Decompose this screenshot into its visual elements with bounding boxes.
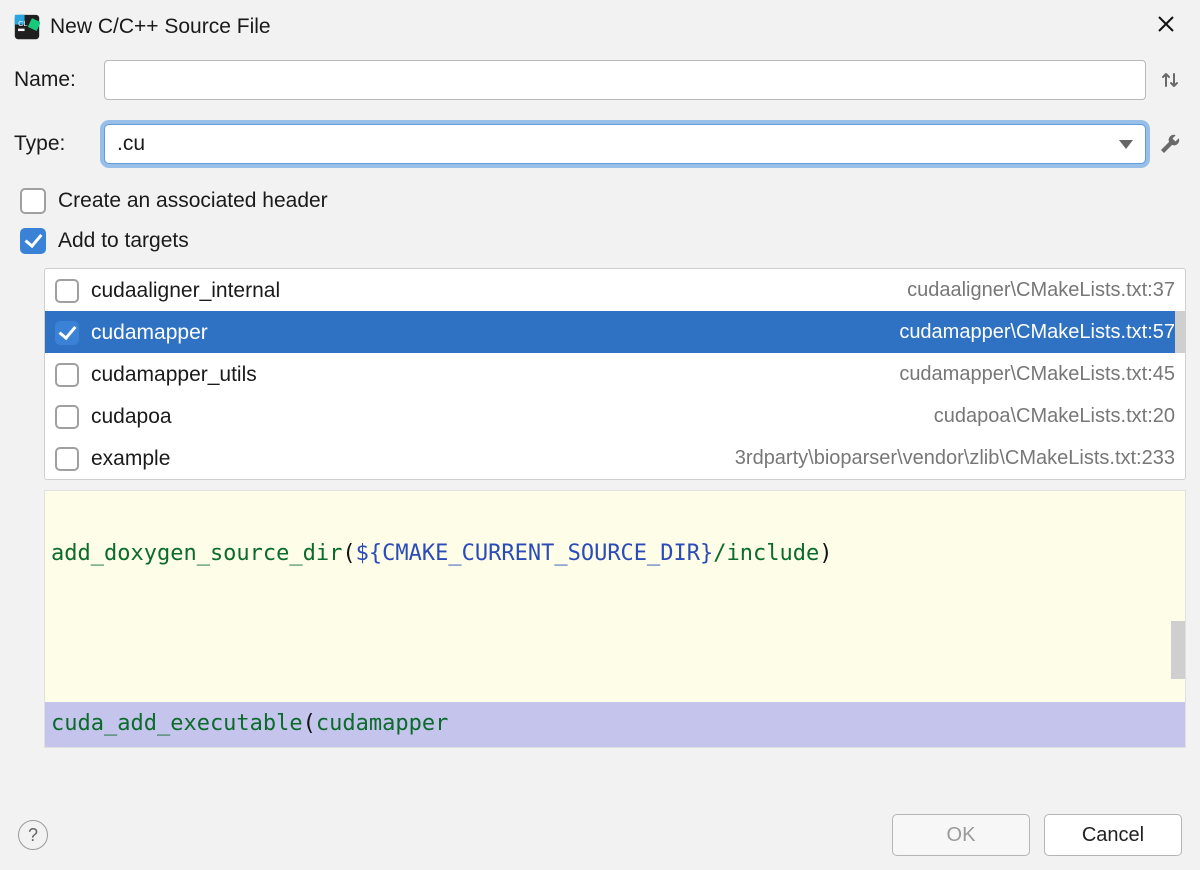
cmake-preview[interactable]: add_doxygen_source_dir(${CMAKE_CURRENT_S…: [44, 490, 1186, 748]
target-name: cudapoa: [91, 405, 934, 429]
target-name: cudamapper_utils: [91, 363, 899, 387]
type-combobox[interactable]: .cu: [104, 124, 1146, 164]
help-icon[interactable]: ?: [18, 820, 48, 850]
titlebar: CL New C/C++ Source File: [0, 0, 1200, 60]
add-to-targets-row[interactable]: Add to targets: [20, 228, 1186, 254]
ok-button[interactable]: OK: [892, 814, 1030, 856]
target-row[interactable]: cudaaligner_internalcudaaligner\CMakeLis…: [45, 269, 1185, 311]
target-path: cudaaligner\CMakeLists.txt:37: [907, 279, 1175, 302]
app-icon: CL: [14, 14, 40, 40]
code-fn: add_doxygen_source_dir: [51, 541, 342, 566]
name-input[interactable]: [104, 60, 1146, 100]
type-label: Type:: [14, 132, 104, 156]
name-label: Name:: [14, 68, 104, 92]
wrench-icon[interactable]: [1154, 132, 1186, 156]
svg-text:CL: CL: [18, 19, 27, 28]
target-checkbox[interactable]: [55, 363, 79, 387]
target-row[interactable]: example3rdparty\bioparser\vendor\zlib\CM…: [45, 437, 1185, 479]
target-name: example: [91, 447, 735, 471]
create-header-checkbox[interactable]: [20, 188, 46, 214]
type-row: Type: .cu: [14, 124, 1186, 164]
target-path: 3rdparty\bioparser\vendor\zlib\CMakeList…: [735, 447, 1175, 470]
chevron-down-icon: [1119, 140, 1133, 149]
target-checkbox[interactable]: [55, 405, 79, 429]
target-path: cudapoa\CMakeLists.txt:20: [934, 405, 1175, 428]
type-value: .cu: [117, 132, 1119, 156]
add-to-targets-label: Add to targets: [58, 229, 189, 253]
add-to-targets-checkbox[interactable]: [20, 228, 46, 254]
target-name: cudamapper: [91, 321, 899, 345]
create-header-label: Create an associated header: [58, 189, 328, 213]
dialog-title: New C/C++ Source File: [50, 15, 1150, 39]
target-row[interactable]: cudamappercudamapper\CMakeLists.txt:57: [45, 311, 1185, 353]
target-checkbox[interactable]: [55, 321, 79, 345]
target-checkbox[interactable]: [55, 279, 79, 303]
cancel-button[interactable]: Cancel: [1044, 814, 1182, 856]
form-area: Name: Type: .cu Create an associated hea…: [0, 60, 1200, 254]
target-path: cudamapper\CMakeLists.txt:45: [899, 363, 1175, 386]
target-path: cudamapper\CMakeLists.txt:57: [899, 321, 1175, 344]
targets-list: cudaaligner_internalcudaaligner\CMakeLis…: [44, 268, 1186, 480]
name-row: Name:: [14, 60, 1186, 100]
close-icon[interactable]: [1150, 10, 1182, 44]
create-header-row[interactable]: Create an associated header: [20, 188, 1186, 214]
dialog-footer: ? OK Cancel: [0, 800, 1200, 870]
sort-arrows-icon[interactable]: [1154, 69, 1186, 91]
target-name: cudaaligner_internal: [91, 279, 907, 303]
targets-scrollbar[interactable]: [1175, 311, 1185, 353]
target-row[interactable]: cudamapper_utilscudamapper\CMakeLists.tx…: [45, 353, 1185, 395]
target-row[interactable]: cudapoacudapoa\CMakeLists.txt:20: [45, 395, 1185, 437]
target-checkbox[interactable]: [55, 447, 79, 471]
code-scrollbar[interactable]: [1171, 621, 1185, 679]
